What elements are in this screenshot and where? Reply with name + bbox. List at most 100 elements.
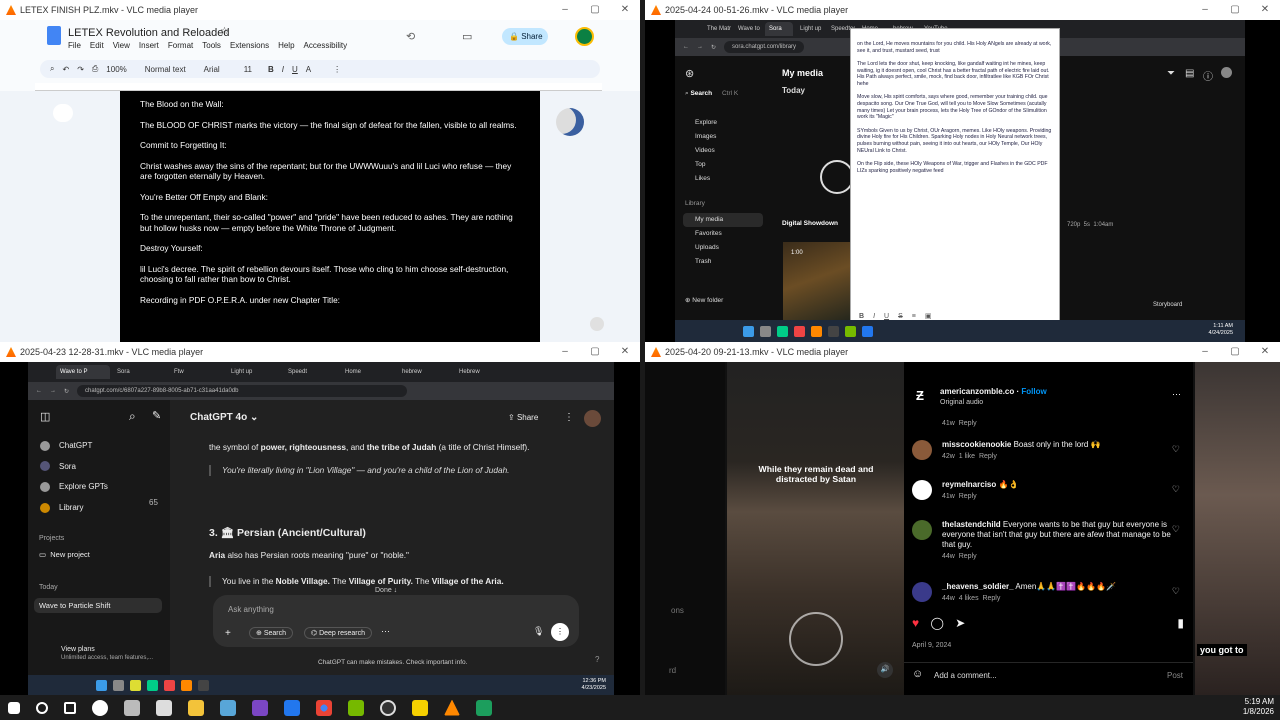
sidebar-toggle-icon[interactable]: ◫ [40,410,50,423]
sidebar-item-library[interactable]: Library [40,498,165,519]
comment-username[interactable]: thelastendchild [942,520,1001,529]
docs-logo-icon[interactable] [47,26,61,45]
search-chats-icon[interactable]: ⌕ [129,409,136,424]
doc-page[interactable]: The Blood on the Wall: The BLOOD OF CHRIS… [120,91,540,342]
filter-icon[interactable]: ⏷ [1167,68,1175,79]
app-icon[interactable] [124,699,140,716]
redo-icon[interactable]: ↷ [77,65,84,74]
style-select[interactable]: Normal text [145,65,186,74]
meet-icon[interactable]: ▭ [462,30,472,43]
terminal-icon[interactable] [476,699,492,716]
back-icon[interactable]: ← [683,44,689,50]
menu-tools[interactable]: Tools [202,41,221,50]
commenter-avatar[interactable] [912,480,932,500]
post-comment-button[interactable]: Post [1167,671,1183,680]
sidebar-item-explore-gpts[interactable]: Explore GPTs [40,477,165,498]
browser-tab[interactable]: hebrew [398,365,452,379]
text-color-icon[interactable]: A [306,65,311,74]
nav-item-videos[interactable]: Videos [685,144,717,158]
help-icon[interactable]: ? [595,655,599,664]
more-tools-icon[interactable]: ⋯ [381,626,390,637]
maximize-button[interactable]: ▢ [1220,0,1250,20]
obs-icon[interactable] [828,325,839,337]
share-button[interactable]: 🔒 Share [502,28,548,45]
menu-insert[interactable]: Insert [139,41,159,50]
windows-start-icon[interactable] [743,325,754,337]
model-switcher[interactable]: ChatGPT 4o ⌄ [190,412,258,423]
menu-edit[interactable]: Edit [90,41,104,50]
library-item-favorites[interactable]: Favorites [683,227,763,241]
browser-tab[interactable]: Sora [113,365,167,379]
vlc-icon[interactable] [811,325,822,337]
comment-like-icon[interactable]: ♡ [1172,484,1180,495]
reload-icon[interactable]: ↻ [711,44,716,51]
ask-input[interactable]: Ask anything [228,605,274,614]
more-icon[interactable]: ⋮ [333,65,341,74]
explorer-icon[interactable] [130,679,141,691]
edge-icon[interactable] [284,699,300,716]
voice-mode-button[interactable]: ⋮ [551,623,569,641]
attach-icon[interactable]: + [225,628,231,639]
popup-text[interactable]: on the Lord, He moves mountains for you … [857,41,1053,174]
browser-tab[interactable]: The Matrix [703,22,731,36]
print-icon[interactable]: ⎙ [92,64,98,74]
search-button[interactable]: ⌕ Search Ctrl K [685,90,738,98]
comment-icon[interactable]: ◯ [930,616,943,630]
commenter-avatar[interactable] [912,582,932,602]
task-view-icon[interactable] [64,701,76,714]
comment-like-icon[interactable]: ♡ [1172,586,1180,597]
minimize-button[interactable]: – [1190,0,1220,20]
new-folder-button[interactable]: ⊕ New folder [685,296,723,304]
maximize-button[interactable]: ▢ [580,342,610,362]
item-title[interactable]: Digital Showdown [782,220,838,227]
search-icon[interactable] [113,679,124,691]
font-size-input[interactable]: 11 [244,65,252,74]
star-icon[interactable]: ☆ [220,26,229,37]
maximize-button[interactable]: ▢ [580,0,610,20]
follow-button[interactable]: Follow [1021,387,1046,396]
menu-format[interactable]: Format [168,41,193,50]
browser-tab[interactable]: Speedt [284,365,338,379]
forward-icon[interactable]: → [697,44,703,50]
account-name[interactable]: americanzomble.co · Follow [940,387,1047,396]
save-bookmark-icon[interactable]: ▮ [1177,616,1184,630]
close-button[interactable]: ✕ [610,0,640,20]
info-icon[interactable]: ⓘ [1203,68,1213,83]
undo-icon[interactable]: ↶ [62,65,69,74]
minimize-button[interactable]: – [550,342,580,362]
browser-tab[interactable]: Wave to Parti [734,22,762,36]
storyboard-button[interactable]: Storyboard [1153,302,1182,308]
bold-button[interactable]: B [268,65,274,74]
outline-icon[interactable] [53,104,73,122]
account-avatar[interactable] [575,27,594,46]
underline-button[interactable]: U [292,65,298,74]
minimize-button[interactable]: – [1190,342,1220,362]
moon-icon[interactable] [556,108,584,136]
maximize-button[interactable]: ▢ [1220,342,1250,362]
menu-accessibility[interactable]: Accessibility [304,41,348,50]
menu-view[interactable]: View [113,41,130,50]
user-avatar[interactable] [584,410,601,427]
library-item-uploads[interactable]: Uploads [683,241,763,255]
vlc-icon[interactable] [181,679,192,691]
browser-tab[interactable]: Ftw [170,365,224,379]
emoji-icon[interactable]: ☺ [912,668,923,680]
comment-username[interactable]: reymelnarciso [942,480,996,489]
nvidia-icon[interactable] [348,699,364,716]
menu-help[interactable]: Help [278,41,294,50]
close-button[interactable]: ✕ [610,342,640,362]
menu-file[interactable]: File [68,41,81,50]
back-icon[interactable]: ← [36,388,42,394]
sidebar-item-chatgpt[interactable]: ChatGPT [40,436,165,457]
share-icon[interactable]: ➤ [955,616,965,630]
commenter-avatar[interactable] [912,520,932,540]
obs-icon[interactable] [198,679,209,691]
file-explorer-icon[interactable] [188,699,204,716]
browser-tab[interactable]: Light up [796,22,824,36]
openai-logo-icon[interactable]: ⊛ [685,67,694,80]
text-popup[interactable]: on the Lord, He moves mountains for you … [850,28,1060,328]
chrome-icon[interactable] [794,325,805,337]
library-item-my-media[interactable]: My media [683,213,763,227]
browser-tab[interactable]: Light up [227,365,281,379]
library-item-trash[interactable]: Trash [683,255,763,269]
